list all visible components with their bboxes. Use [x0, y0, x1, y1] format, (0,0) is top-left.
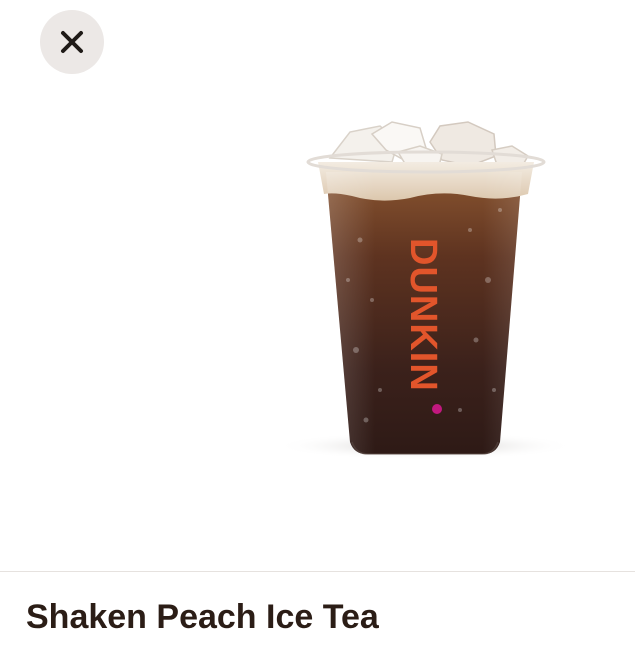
close-button[interactable]: [40, 10, 104, 74]
product-detail-screen: DUNKIN Shaken Peach Ice Tea: [0, 0, 635, 652]
product-title: Shaken Peach Ice Tea: [26, 598, 379, 636]
product-image: DUNKIN: [0, 90, 635, 570]
dunkin-logo: DUNKIN: [402, 238, 444, 414]
divider: [0, 571, 635, 572]
close-icon: [59, 29, 85, 55]
svg-text:DUNKIN: DUNKIN: [402, 238, 444, 392]
